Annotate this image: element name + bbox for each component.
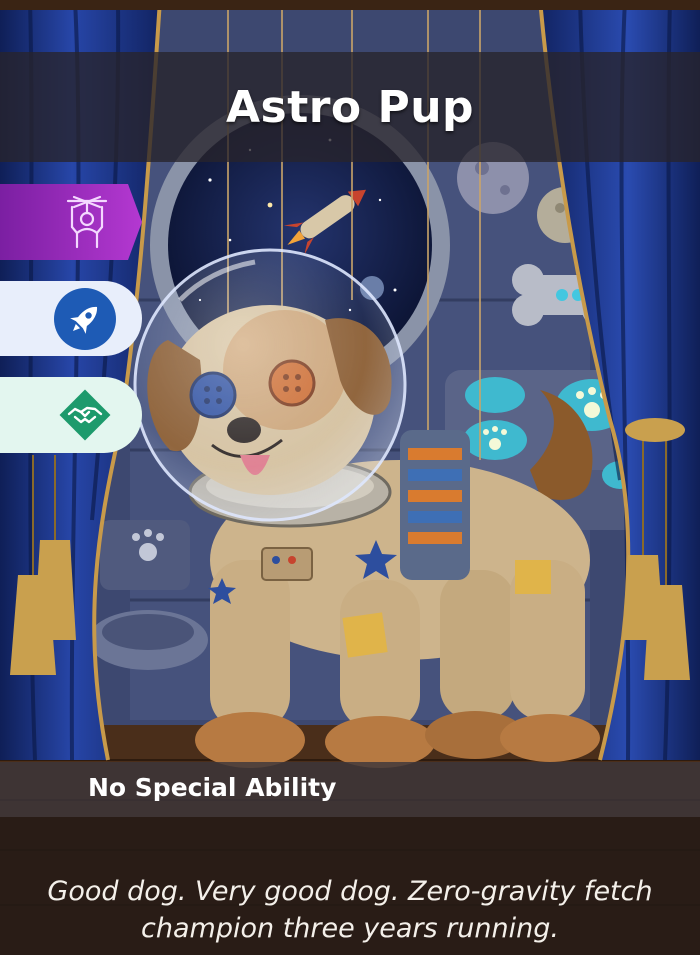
handshake-icon [59,389,111,441]
game-card: Astro Pup No Special Ability Good dog. V… [0,0,700,955]
puppet-type-badge [0,184,142,260]
handshake-type-badge [0,377,142,453]
space-helmet [133,248,407,522]
title-band: Astro Pup [0,52,700,162]
rocket-type-badge [0,281,142,356]
card-title: Astro Pup [225,81,475,133]
flavor-text: Good dog. Very good dog. Zero-gravity fe… [47,876,653,944]
card-text-box: No Special Ability Good dog. Very good d… [0,762,700,955]
rocket-badge-circle [54,287,116,350]
ability-title: No Special Ability [88,773,337,802]
puppet-icon [66,195,108,249]
rocket-icon [70,306,98,334]
flavor-area: Good dog. Very good dog. Zero-gravity fe… [0,817,700,955]
ability-strip: No Special Ability [0,762,700,817]
